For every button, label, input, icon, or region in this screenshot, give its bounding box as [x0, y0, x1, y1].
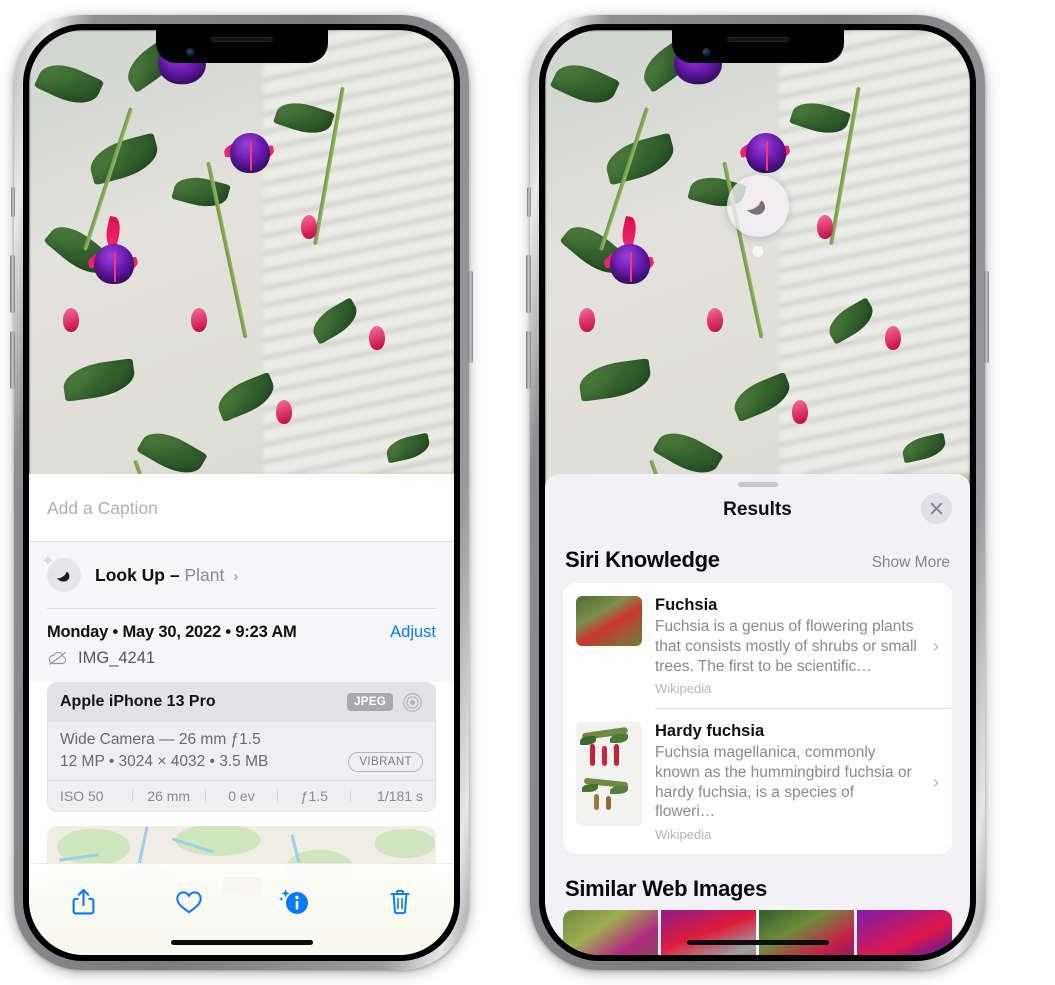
web-image-2[interactable] — [661, 910, 756, 955]
adjust-button[interactable]: Adjust — [390, 623, 436, 642]
caption-placeholder: Add a Caption — [47, 498, 158, 518]
camera-model: Apple iPhone 13 Pro — [60, 693, 216, 710]
knowledge-thumbnail — [576, 721, 642, 826]
heart-icon — [175, 891, 202, 914]
mute-switch[interactable] — [527, 187, 531, 217]
leaf-icon — [746, 200, 765, 215]
photo-metadata: Monday • May 30, 2022 • 9:23 AM Adjust I… — [29, 608, 454, 682]
trash-icon — [390, 889, 410, 915]
knowledge-thumbnail — [576, 596, 642, 646]
screen-left: Add a Caption ✦ ✦ Look Up – Plant › Mond… — [29, 30, 454, 955]
front-camera-icon — [701, 48, 711, 57]
iphone-right: Results Siri Knowledge Show More Fuchsia… — [526, 15, 989, 970]
results-header: Results — [545, 487, 970, 527]
knowledge-description: Fuchsia is a genus of flowering plants t… — [655, 618, 917, 675]
siri-knowledge-header: Siri Knowledge Show More — [545, 527, 970, 583]
similar-web-images-strip — [563, 910, 952, 955]
icloud-slash-icon — [48, 651, 67, 665]
volume-down-button[interactable] — [10, 331, 15, 389]
earpiece-speaker-icon — [726, 37, 789, 42]
notch — [155, 30, 328, 63]
phone-bezel: Results Siri Knowledge Show More Fuchsia… — [539, 24, 976, 961]
close-button[interactable] — [921, 493, 952, 524]
visual-lookup-anchor-dot — [752, 246, 763, 257]
similar-web-images-title: Similar Web Images — [565, 876, 768, 902]
exif-aperture: ƒ1.5 — [300, 787, 328, 804]
knowledge-item-hardy-fuchsia[interactable]: Hardy fuchsia Fuchsia magellanica, commo… — [563, 709, 952, 854]
web-image-3[interactable] — [759, 910, 854, 955]
knowledge-title: Fuchsia — [655, 596, 718, 614]
look-up-row[interactable]: ✦ ✦ Look Up – Plant › — [41, 554, 436, 608]
share-button[interactable] — [57, 882, 109, 922]
photo-info-sheet: Add a Caption ✦ ✦ Look Up – Plant › Mond… — [29, 474, 454, 955]
exif-focal: 26 mm — [147, 787, 191, 804]
info-sparkle-icon — [279, 889, 309, 914]
camera-lens: Wide Camera — 26 mm ƒ1.5 — [60, 730, 261, 748]
photo-datetime: Monday • May 30, 2022 • 9:23 AM — [47, 622, 297, 641]
siri-knowledge-card: Fuchsia Fuchsia is a genus of flowering … — [563, 583, 952, 855]
notch — [671, 30, 844, 63]
close-icon — [930, 502, 943, 515]
volume-up-button[interactable] — [526, 255, 531, 313]
home-indicator[interactable] — [170, 940, 313, 945]
phone-bezel: Add a Caption ✦ ✦ Look Up – Plant › Mond… — [23, 24, 460, 961]
chevron-right-icon: › — [933, 771, 939, 792]
web-image-4[interactable] — [857, 910, 952, 955]
share-icon — [72, 888, 94, 915]
info-button[interactable] — [268, 882, 320, 922]
photographic-style-badge: VIBRANT — [348, 751, 423, 772]
screen-right: Results Siri Knowledge Show More Fuchsia… — [545, 30, 970, 955]
look-up-subject: Plant — [184, 564, 225, 585]
file-format-badge: JPEG — [347, 693, 393, 711]
power-button[interactable] — [984, 271, 989, 363]
knowledge-source: Wikipedia — [655, 827, 712, 843]
visual-lookup-badge[interactable] — [726, 175, 789, 257]
similar-web-images-header: Similar Web Images — [545, 854, 970, 910]
exif-ev: 0 ev — [228, 787, 255, 804]
exif-shutter: 1/181 s — [377, 787, 423, 804]
aperture-icon — [403, 692, 422, 712]
chevron-right-icon: › — [933, 635, 939, 656]
delete-button[interactable] — [374, 882, 426, 922]
knowledge-source: Wikipedia — [655, 681, 712, 697]
results-sheet: Results Siri Knowledge Show More Fuchsia… — [545, 474, 970, 955]
exif-row: ISO 50 26 mm 0 ev ƒ1.5 1/181 s — [48, 779, 435, 811]
look-up-label: Look Up – Plant › — [95, 565, 238, 586]
screenshot-stage: Add a Caption ✦ ✦ Look Up – Plant › Mond… — [0, 0, 1055, 985]
chevron-right-icon: › — [233, 567, 239, 585]
knowledge-title: Hardy fuchsia — [655, 721, 765, 740]
look-up-section: ✦ ✦ Look Up – Plant › — [29, 542, 454, 608]
sparkle-small-icon: ✦ — [49, 569, 57, 579]
volume-up-button[interactable] — [10, 255, 15, 313]
home-indicator[interactable] — [686, 940, 829, 945]
siri-knowledge-title: Siri Knowledge — [565, 547, 720, 572]
caption-field[interactable]: Add a Caption — [29, 474, 454, 542]
camera-card-body: Wide Camera — 26 mm ƒ1.5 12 MP • 3024 × … — [48, 721, 435, 780]
power-button[interactable] — [468, 271, 473, 363]
front-camera-icon — [185, 48, 195, 57]
camera-info-card: Apple iPhone 13 Pro JPEG Wide Camera — 2… — [47, 681, 436, 812]
iphone-left: Add a Caption ✦ ✦ Look Up – Plant › Mond… — [10, 15, 473, 970]
camera-card-header: Apple iPhone 13 Pro JPEG — [48, 682, 435, 722]
results-title: Results — [723, 499, 792, 520]
knowledge-description: Fuchsia magellanica, commonly known as t… — [655, 743, 912, 821]
web-image-1[interactable] — [563, 910, 658, 955]
camera-specs: 12 MP • 3024 × 4032 • 3.5 MB — [60, 752, 269, 770]
photo-filename: IMG_4241 — [78, 648, 156, 667]
favorite-button[interactable] — [163, 882, 215, 922]
volume-down-button[interactable] — [526, 331, 531, 389]
earpiece-speaker-icon — [210, 37, 273, 42]
knowledge-item-fuchsia[interactable]: Fuchsia Fuchsia is a genus of flowering … — [563, 583, 952, 708]
divider — [47, 608, 436, 609]
exif-iso: ISO 50 — [60, 787, 104, 804]
look-up-title: Look Up – — [95, 564, 180, 585]
mute-switch[interactable] — [11, 187, 15, 217]
show-more-button[interactable]: Show More — [872, 554, 950, 572]
sparkle-icon: ✦ — [41, 553, 55, 570]
